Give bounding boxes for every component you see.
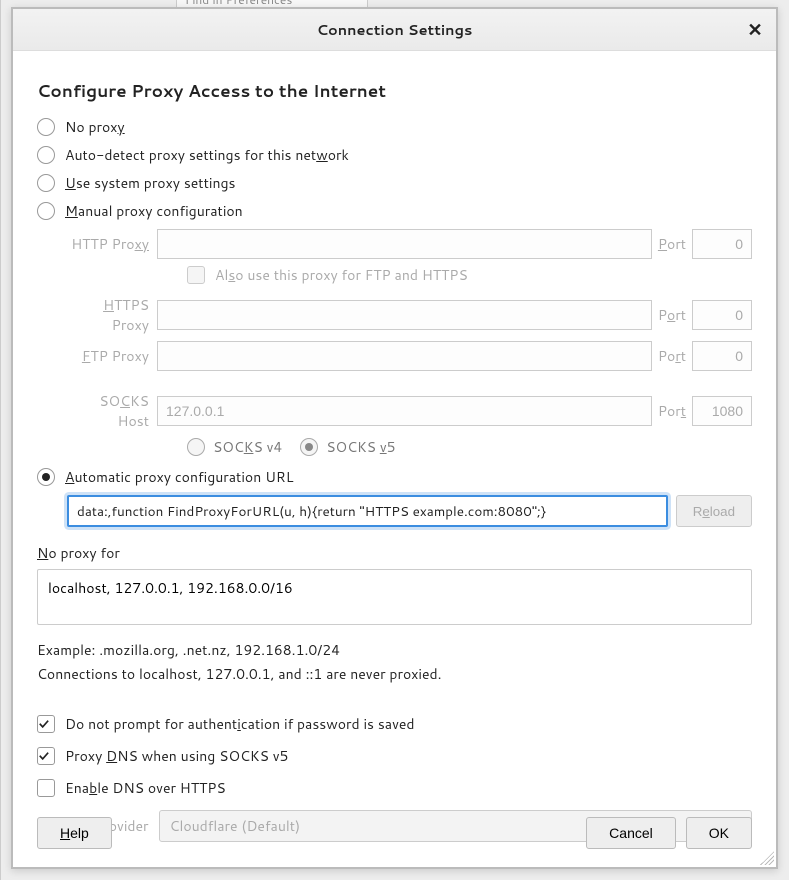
socks-version-row: SOCKS v4 SOCKS v5 [187,437,752,457]
radio-system-proxy-row[interactable]: Use system proxy settings [37,173,752,193]
dialog-title: Connection Settings [317,19,473,40]
no-prompt-checkbox[interactable] [37,715,55,733]
socks-v5-radio[interactable] [300,438,318,456]
socks-port-label: Port [652,401,692,421]
http-port-label: Port [652,234,692,254]
socks-v5-option[interactable]: SOCKS v5 [300,437,395,457]
radio-no-proxy-label: No proxy [65,117,125,137]
radio-manual[interactable] [37,202,55,220]
doh-label: Enable DNS over HTTPS [65,778,226,798]
help-button[interactable]: Help [37,817,112,849]
dialog-heading: Configure Proxy Access to the Internet [37,79,752,103]
proxy-dns-row[interactable]: Proxy DNS when using SOCKS v5 [37,746,752,766]
doh-checkbox[interactable] [37,779,55,797]
manual-proxy-fields: HTTP Proxy Port Also use this proxy for … [67,229,752,457]
radio-auto-detect-label: Auto-detect proxy settings for this netw… [65,145,349,165]
dialog-titlebar: Connection Settings ✕ [13,9,776,51]
https-proxy-label: HTTPS Proxy [67,295,157,335]
http-port-input[interactable] [692,229,752,259]
doh-row[interactable]: Enable DNS over HTTPS [37,778,752,798]
proxy-dns-label: Proxy DNS when using SOCKS v5 [65,746,288,766]
http-proxy-input[interactable] [157,229,652,259]
socks-host-input[interactable] [157,396,652,426]
proxy-dns-checkbox[interactable] [37,747,55,765]
connection-settings-dialog: Connection Settings ✕ Configure Proxy Ac… [12,8,777,868]
radio-manual-row[interactable]: Manual proxy configuration [37,201,752,221]
socks-v4-radio[interactable] [187,438,205,456]
ftp-proxy-input[interactable] [157,341,652,371]
ftp-port-input[interactable] [692,341,752,371]
also-use-label: Also use this proxy for FTP and HTTPS [215,265,468,285]
socks-v4-label: SOCKS v4 [213,437,282,457]
radio-system-proxy[interactable] [37,174,55,192]
socks-v4-option[interactable]: SOCKS v4 [187,437,282,457]
no-proxy-for-label: No proxy for [37,543,752,563]
no-prompt-label: Do not prompt for authentication if pass… [65,714,415,734]
ftp-proxy-label: FTP Proxy [67,346,157,366]
http-proxy-label: HTTP Proxy [67,234,157,254]
cancel-button[interactable]: Cancel [586,817,676,849]
https-port-label: Port [652,305,692,325]
radio-auto-url-label: Automatic proxy configuration URL [65,467,293,487]
dialog-footer: Help Cancel OK [37,817,752,849]
no-prompt-row[interactable]: Do not prompt for authentication if pass… [37,714,752,734]
radio-auto-detect-row[interactable]: Auto-detect proxy settings for this netw… [37,145,752,165]
socks-port-input[interactable] [692,396,752,426]
ok-button[interactable]: OK [686,817,752,849]
pac-url-input[interactable] [67,495,668,527]
dialog-content: Configure Proxy Access to the Internet N… [13,51,776,860]
resize-grip[interactable] [760,851,774,865]
radio-no-proxy-row[interactable]: No proxy [37,117,752,137]
https-proxy-input[interactable] [157,300,652,330]
reload-button[interactable]: Reload [676,495,752,527]
radio-auto-url-row[interactable]: Automatic proxy configuration URL [37,467,752,487]
radio-auto-url[interactable] [37,468,55,486]
pac-row: Reload [67,495,752,527]
radio-auto-detect[interactable] [37,146,55,164]
socks-v5-label: SOCKS v5 [326,437,395,457]
no-proxy-note: Connections to localhost, 127.0.0.1, and… [37,664,752,684]
radio-manual-label: Manual proxy configuration [65,201,243,221]
also-use-row: Also use this proxy for FTP and HTTPS [187,265,752,285]
no-proxy-example: Example: .mozilla.org, .net.nz, 192.168.… [37,640,752,660]
also-use-checkbox[interactable] [187,266,205,284]
radio-system-proxy-label: Use system proxy settings [65,173,236,193]
ftp-port-label: Port [652,346,692,366]
close-icon[interactable]: ✕ [744,18,766,40]
socks-host-label: SOCKS Host [67,391,157,431]
radio-no-proxy[interactable] [37,118,55,136]
no-proxy-for-input[interactable] [37,569,752,625]
https-port-input[interactable] [692,300,752,330]
